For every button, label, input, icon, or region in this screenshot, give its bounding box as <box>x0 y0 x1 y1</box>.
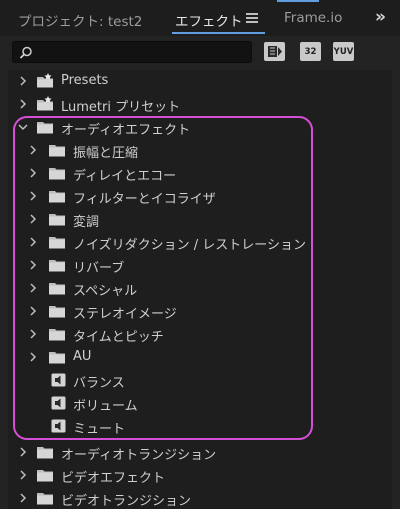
folder-icon <box>36 490 54 506</box>
tree-effect-item[interactable]: ボリューム <box>8 392 392 415</box>
accelerated-effects-icon <box>264 42 285 61</box>
tree-item-label: オーディオエフェクト <box>61 123 191 138</box>
tree-item-label: ノイズリダクション / レストレーション <box>73 238 306 253</box>
tab-frameio[interactable]: Frame.io <box>284 10 342 26</box>
search-input[interactable] <box>37 44 247 60</box>
chevron-down-icon[interactable] <box>18 122 28 132</box>
tree-subitem-folder[interactable]: ディレイとエコー <box>8 162 392 185</box>
tree-subitem-folder[interactable]: スペシャル <box>8 277 392 300</box>
tab-project[interactable]: プロジェクト: test2 <box>18 10 142 30</box>
folder-icon <box>48 257 66 273</box>
panel-overflow-icon[interactable]: » <box>375 7 386 27</box>
tree-item-audio-transitions[interactable]: オーディオトランジション <box>8 441 392 464</box>
folder-icon <box>48 211 66 227</box>
effects-toolbar: 32 YUV <box>0 36 400 70</box>
chevron-right-icon[interactable] <box>28 145 38 155</box>
chevron-right-icon[interactable] <box>28 329 38 339</box>
tree-item-label: 振幅と圧縮 <box>73 146 139 161</box>
folder-icon <box>36 444 54 460</box>
32bit-label: 32 <box>304 47 317 57</box>
search-box[interactable] <box>12 41 252 63</box>
audio-effect-icon <box>50 418 68 434</box>
folder-icon <box>48 188 66 204</box>
folder-icon <box>36 119 54 135</box>
search-icon <box>19 46 32 59</box>
folder-icon <box>36 467 54 483</box>
tree-item-label: フィルターとイコライザ <box>73 192 216 207</box>
panel-menu-icon[interactable] <box>246 13 258 23</box>
tree-item-label: ビデオエフェクト <box>61 471 166 486</box>
tree-item-label: ミュート <box>73 422 126 437</box>
tree-item-lumetri-presets[interactable]: Lumetri プリセット <box>8 93 392 116</box>
preset-folder-icon <box>36 73 54 89</box>
tree-item-video-transitions[interactable]: ビデオトランジション <box>8 487 392 509</box>
folder-icon <box>48 349 66 365</box>
tree-subitem-folder[interactable]: リバーブ <box>8 254 392 277</box>
tree-item-video-effects[interactable]: ビデオエフェクト <box>8 464 392 487</box>
chevron-right-icon[interactable] <box>18 76 28 86</box>
panel-right-edge <box>392 70 400 509</box>
tree-item-label: ビデオトランジション <box>61 494 192 509</box>
tree-subitem-folder[interactable]: フィルターとイコライザ <box>8 185 392 208</box>
folder-icon <box>48 234 66 250</box>
preset-folder-icon <box>36 96 54 112</box>
chevron-right-icon[interactable] <box>28 191 38 201</box>
tree-item-label: ボリューム <box>73 399 138 414</box>
tree-subitem-folder[interactable]: 振幅と圧縮 <box>8 139 392 162</box>
tree-item-label: リバーブ <box>73 261 125 276</box>
chevron-right-icon[interactable] <box>28 283 38 293</box>
chevron-right-icon[interactable] <box>28 214 38 224</box>
panel-focus-indicator <box>277 0 319 2</box>
panel-tab-bar: プロジェクト: test2 エフェクト Frame.io » <box>0 0 400 36</box>
tree-subitem-folder[interactable]: 変調 <box>8 208 392 231</box>
tree-subitem-folder[interactable]: タイムとピッチ <box>8 323 392 346</box>
folder-icon <box>48 303 66 319</box>
folder-icon <box>48 142 66 158</box>
effects-tree: Presets Lumetri プリセット オーディオエフェクト 振幅と圧縮 デ… <box>8 70 392 509</box>
chevron-right-icon[interactable] <box>28 260 38 270</box>
chevron-right-icon[interactable] <box>28 237 38 247</box>
chevron-right-icon[interactable] <box>18 470 28 480</box>
active-tab-indicator <box>172 32 265 34</box>
yuv-label: YUV <box>333 47 354 57</box>
tree-subitem-folder[interactable]: ノイズリダクション / レストレーション <box>8 231 392 254</box>
tree-item-label: Presets <box>61 73 109 88</box>
32bit-filter-button[interactable]: 32 <box>300 42 321 61</box>
accelerated-effects-filter-button[interactable] <box>264 42 285 61</box>
tree-item-label: バランス <box>73 376 125 391</box>
chevron-right-icon[interactable] <box>18 447 28 457</box>
tree-item-label: ステレオイメージ <box>73 307 177 322</box>
chevron-right-icon[interactable] <box>28 168 38 178</box>
tree-item-audio-effects[interactable]: オーディオエフェクト <box>8 116 392 139</box>
tree-subitem-folder[interactable]: ステレオイメージ <box>8 300 392 323</box>
tree-effect-item[interactable]: ミュート <box>8 415 392 438</box>
chevron-right-icon[interactable] <box>18 493 28 503</box>
chevron-right-icon[interactable] <box>18 99 28 109</box>
folder-icon <box>48 165 66 181</box>
tree-item-label: Lumetri プリセット <box>61 100 181 115</box>
audio-effect-icon <box>50 395 68 411</box>
tree-subitem-folder[interactable]: AU <box>8 346 392 369</box>
folder-icon <box>48 326 66 342</box>
folder-icon <box>48 280 66 296</box>
tree-effect-item[interactable]: バランス <box>8 369 392 392</box>
audio-effect-icon <box>50 372 68 388</box>
yuv-filter-button[interactable]: YUV <box>333 42 354 61</box>
tree-item-label: スペシャル <box>73 284 138 299</box>
tree-item-label: オーディオトランジション <box>61 448 217 463</box>
tree-item-label: 変調 <box>73 215 100 230</box>
chevron-right-icon[interactable] <box>28 352 38 362</box>
tree-item-label: AU <box>73 349 92 364</box>
tab-effects[interactable]: エフェクト <box>175 10 243 30</box>
tree-item-label: ディレイとエコー <box>73 169 177 184</box>
chevron-right-icon[interactable] <box>28 306 38 316</box>
tree-item-label: タイムとピッチ <box>73 330 164 345</box>
tree-item-presets[interactable]: Presets <box>8 70 392 93</box>
